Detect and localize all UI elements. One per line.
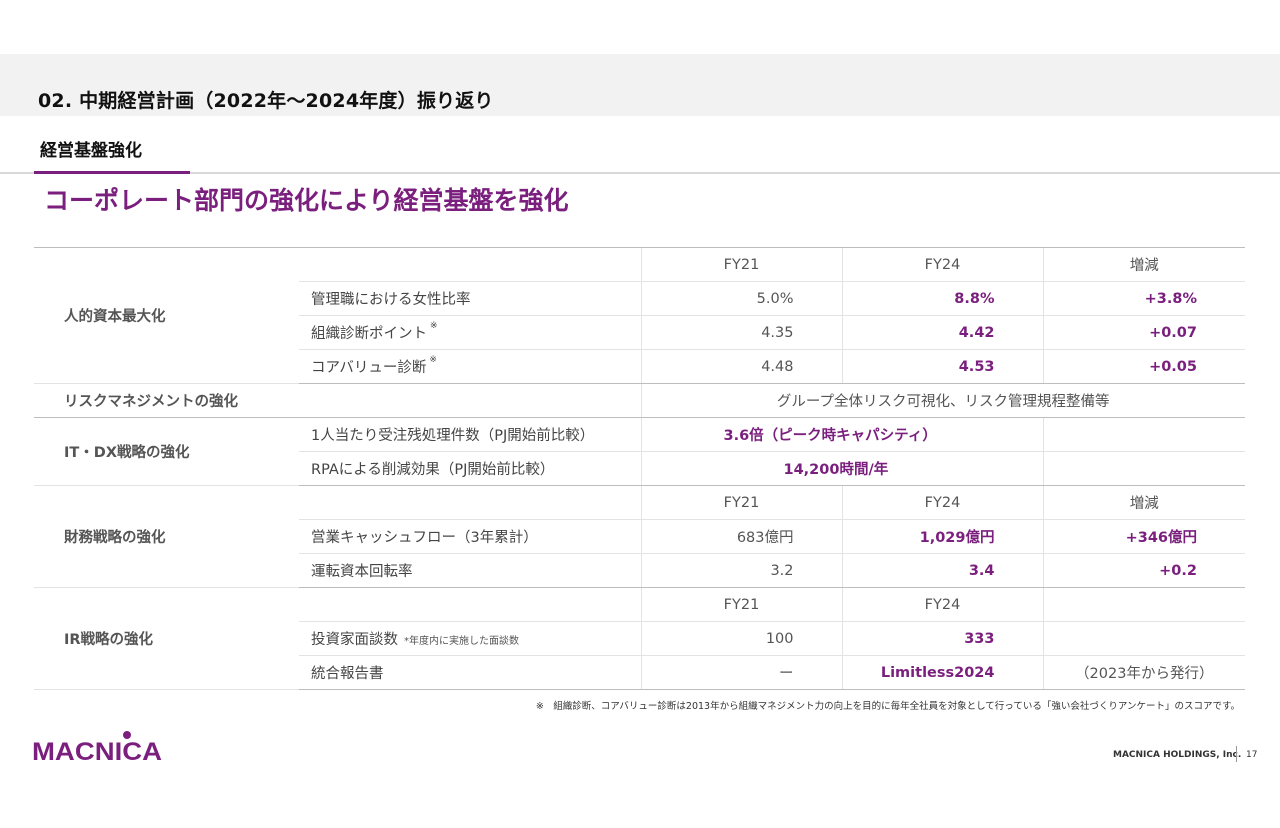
footnote-mark: ※: [430, 321, 438, 331]
value-fy24: 8.8%: [841, 281, 1043, 316]
footer-company: MACNICA HOLDINGS, Inc.: [1113, 750, 1242, 760]
value-fy24: 4.42: [841, 315, 1043, 350]
value-fy21: 4.48: [640, 349, 842, 384]
kpi-table: 人的資本最大化 FY21 FY24 増減 管理職における女性比率 5.0% 8.…: [34, 247, 1245, 690]
section-title: 02. 中期経営計画（2022年～2024年度）振り返り: [38, 90, 494, 112]
col-header-fy24: FY24: [841, 587, 1043, 622]
footer-divider: [1236, 746, 1237, 762]
value-fy21: 3.2: [640, 553, 842, 588]
row-label-cell: 組織診断ポイント ※: [299, 315, 641, 350]
value-change: [1042, 621, 1245, 656]
col-header-change: 増減: [1042, 247, 1245, 282]
value-fy24: 3.4: [841, 553, 1043, 588]
sub-title: 経営基盤強化: [40, 141, 142, 161]
value-change: +346億円: [1042, 519, 1245, 554]
footnote: ※ 組織診断、コアバリュー診断は2013年から組織マネジメント力の向上を目的に毎…: [535, 701, 1240, 712]
page-headline: コーポレート部門の強化により経営基盤を強化: [44, 186, 569, 215]
row-label-cell: 投資家面談数 *年度内に実施した面談数: [299, 621, 641, 656]
row-label: 1人当たり受注残処理件数（PJ開始前比較）: [299, 417, 641, 452]
col-header-fy21: FY21: [640, 485, 842, 520]
risk-description: グループ全体リスク可視化、リスク管理規程整備等: [640, 383, 1245, 418]
col-header-fy24: FY24: [841, 485, 1043, 520]
value-fy24: Limitless2024: [841, 655, 1043, 690]
row-label: 営業キャッシュフロー（3年累計）: [299, 519, 641, 554]
value-fy24: 333: [841, 621, 1043, 656]
table-header-row: 財務戦略の強化 FY21 FY24 増減: [34, 485, 1245, 588]
value-change: （2023年から発行）: [1042, 655, 1245, 690]
row-label: 組織診断ポイント: [311, 326, 427, 342]
category-itdx: IT・DX戦略の強化: [34, 417, 299, 486]
value-fy24: 1,029億円: [841, 519, 1043, 554]
category-human-capital: 人的資本最大化: [34, 247, 299, 384]
value-change: +0.2: [1042, 553, 1245, 588]
category-finance: 財務戦略の強化: [34, 485, 299, 588]
row-note: *年度内に実施した面談数: [404, 636, 519, 647]
row-label: 投資家面談数: [311, 632, 398, 648]
col-header-fy24: FY24: [841, 247, 1043, 282]
value-fy21: 683億円: [640, 519, 842, 554]
row-label: RPAによる削減効果（PJ開始前比較）: [299, 451, 641, 486]
row-label: 運転資本回転率: [299, 553, 641, 588]
footnote-mark: ※: [429, 355, 437, 365]
row-label: 統合報告書: [299, 655, 641, 690]
col-header-fy21: FY21: [640, 247, 842, 282]
value-fy24: 4.53: [841, 349, 1043, 384]
value-fy21: ー: [640, 655, 842, 690]
table-row: IT・DX戦略の強化 1人当たり受注残処理件数（PJ開始前比較） 3.6倍（ピー…: [34, 417, 1245, 486]
value-change: +0.05: [1042, 349, 1245, 384]
value-fy21: 4.35: [640, 315, 842, 350]
page-number: 17: [1246, 750, 1258, 760]
row-label: コアバリュー診断: [311, 360, 427, 376]
itdx-value: 3.6倍（ピーク時キャパシティ）: [640, 417, 1043, 452]
table-header-row: IR戦略の強化 FY21 FY24: [34, 587, 1245, 690]
col-header-fy21: FY21: [640, 587, 842, 622]
value-change: +3.8%: [1042, 281, 1245, 316]
table-row: リスクマネジメントの強化 グループ全体リスク可視化、リスク管理規程整備等: [34, 383, 1245, 418]
category-risk: リスクマネジメントの強化: [34, 383, 299, 418]
accent-divider: [34, 171, 190, 174]
table-header-row: 人的資本最大化 FY21 FY24 増減: [34, 247, 1245, 384]
macnica-logo: MACNICA: [32, 731, 162, 764]
divider: [0, 172, 1280, 174]
value-fy21: 5.0%: [640, 281, 842, 316]
row-label: 管理職における女性比率: [299, 281, 641, 316]
category-ir: IR戦略の強化: [34, 587, 299, 690]
row-label-cell: コアバリュー診断 ※: [299, 349, 641, 384]
col-header-change: 増減: [1042, 485, 1245, 520]
value-change: +0.07: [1042, 315, 1245, 350]
itdx-value: 14,200時間/年: [640, 451, 1043, 486]
value-fy21: 100: [640, 621, 842, 656]
logo-text: MACNICA: [32, 738, 162, 764]
